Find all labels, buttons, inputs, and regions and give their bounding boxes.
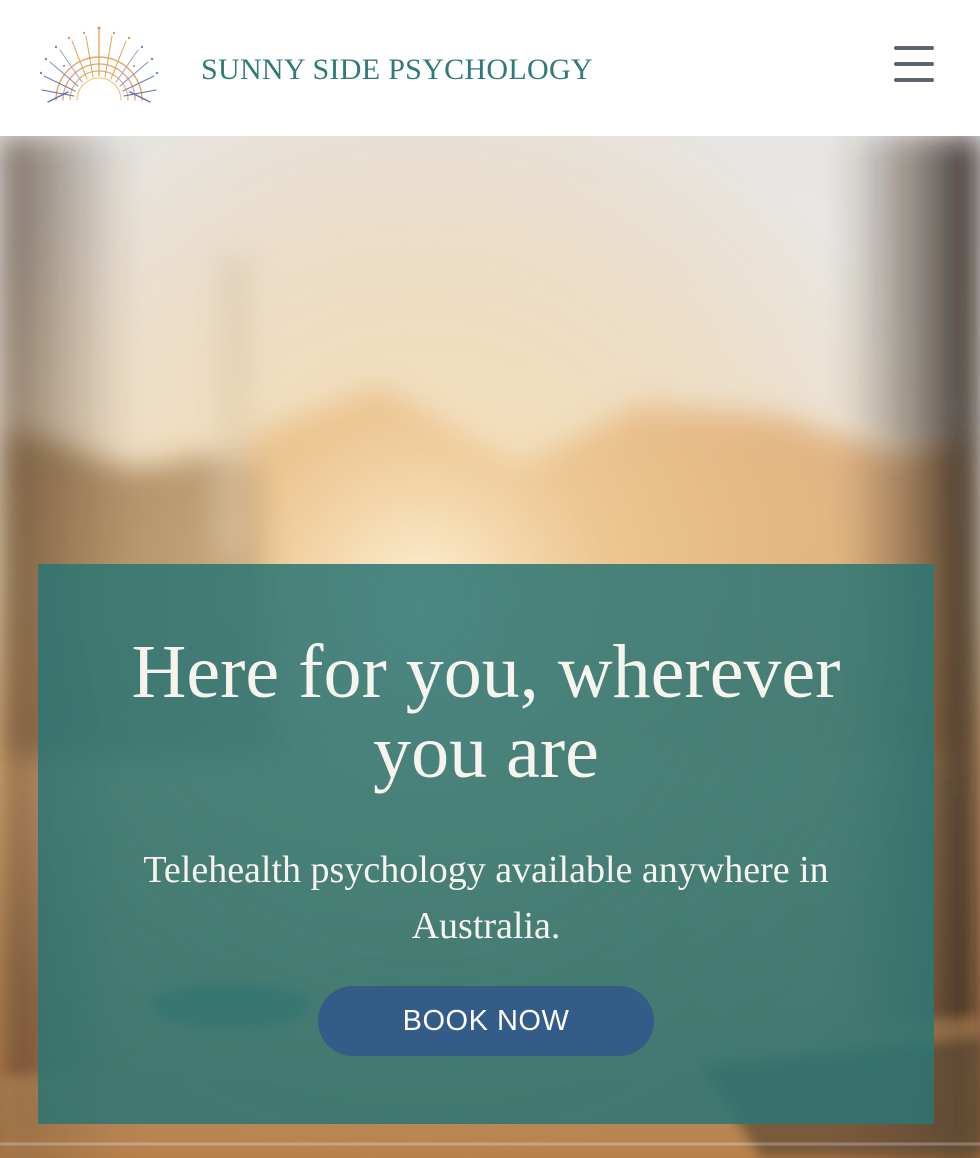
book-now-button[interactable]: BOOK NOW (318, 986, 654, 1056)
menu-bar (894, 46, 934, 50)
hero-subtitle: Telehealth psychology available anywhere… (143, 849, 829, 947)
menu-bar (894, 62, 934, 66)
menu-bar (894, 78, 934, 82)
hero-card: Here for you, wherever you are Telehealt… (38, 564, 934, 1124)
site-name[interactable]: SUNNY SIDE PSYCHOLOGY (201, 53, 593, 87)
hamburger-menu-icon[interactable] (890, 44, 938, 84)
hero-section: Here for you, wherever you are Telehealt… (0, 136, 980, 1158)
sunburst-logo-icon[interactable] (38, 26, 160, 108)
site-header: SUNNY SIDE PSYCHOLOGY (0, 0, 980, 136)
hero-title: Here for you, wherever you are (131, 630, 841, 794)
